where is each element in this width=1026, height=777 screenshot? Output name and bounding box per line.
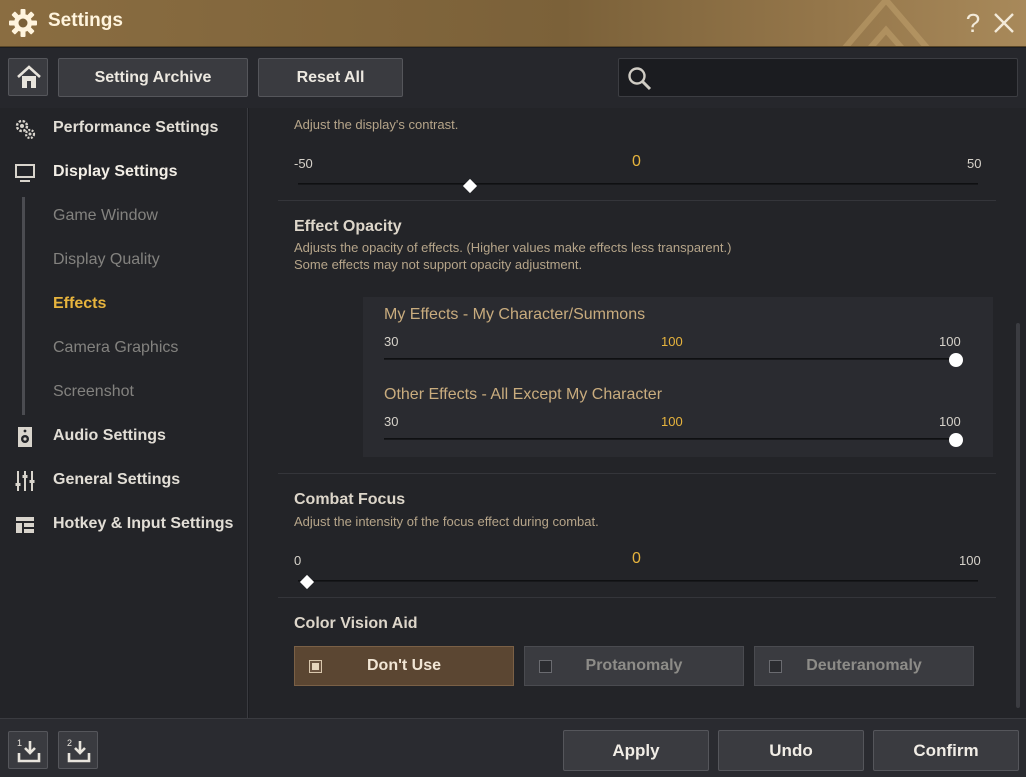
title-bar: Settings ? — [0, 0, 1026, 47]
subitem-effects[interactable]: Effects — [53, 295, 106, 313]
my-effects-max: 100 — [939, 334, 961, 349]
submenu-line — [22, 197, 25, 415]
sidebar-item-label: Display Settings — [53, 163, 178, 180]
option-dont-use[interactable]: Don't Use — [294, 646, 514, 686]
sidebar-item-audio[interactable]: Audio Settings — [0, 418, 248, 454]
combat-focus-value: 0 — [632, 550, 641, 567]
subitem-display-quality[interactable]: Display Quality — [53, 251, 160, 269]
checkbox-icon — [769, 660, 782, 673]
home-icon — [17, 65, 41, 88]
contrast-slider-track[interactable] — [298, 183, 978, 185]
titlebar-decoration — [842, 0, 930, 46]
download-slot-icon: 2 — [67, 738, 91, 763]
other-effects-min: 30 — [384, 414, 399, 429]
sliders-icon — [15, 471, 35, 491]
contrast-value: 0 — [632, 153, 641, 170]
subitem-camera-graphics[interactable]: Camera Graphics — [53, 339, 178, 357]
my-effects-value: 100 — [661, 334, 683, 349]
search-icon — [628, 67, 652, 91]
my-effects-slider-track[interactable] — [384, 358, 958, 360]
divider — [278, 473, 996, 474]
sidebar-item-label: Hotkey & Input Settings — [53, 515, 234, 532]
sidebar-item-label: Audio Settings — [53, 427, 166, 444]
slot-number: 2 — [67, 738, 72, 748]
save-slot-2-button[interactable]: 2 — [58, 731, 98, 769]
sidebar: Performance Settings Display Settings Ga… — [0, 108, 248, 718]
subitem-game-window[interactable]: Game Window — [53, 207, 158, 225]
sidebar-item-label: General Settings — [53, 471, 181, 488]
option-deuteranomaly[interactable]: Deuteranomaly — [754, 646, 974, 686]
divider — [278, 597, 996, 598]
confirm-button[interactable]: Confirm — [873, 730, 1019, 771]
speaker-icon — [18, 427, 32, 447]
divider — [278, 200, 996, 201]
my-effects-min: 30 — [384, 334, 399, 349]
option-label: Protanomaly — [585, 657, 683, 674]
combat-focus-slider-track[interactable] — [298, 580, 978, 582]
home-button[interactable] — [8, 58, 48, 96]
sidebar-item-hotkey[interactable]: Hotkey & Input Settings — [0, 506, 248, 542]
option-protanomaly[interactable]: Protanomaly — [524, 646, 744, 686]
search-input[interactable] — [663, 63, 1011, 93]
save-slot-1-button[interactable]: 1 — [8, 731, 48, 769]
sidebar-item-performance[interactable]: Performance Settings — [0, 110, 248, 146]
toolbar: Setting Archive Reset All — [0, 48, 1026, 108]
slot-number: 1 — [17, 738, 22, 748]
effect-opacity-description: Adjusts the opacity of effects. (Higher … — [294, 240, 732, 255]
color-vision-title: Color Vision Aid — [294, 615, 418, 632]
gears-icon — [15, 119, 36, 140]
sidebar-item-label: Performance Settings — [53, 119, 219, 136]
checkbox-icon — [309, 660, 322, 673]
my-effects-title: My Effects - My Character/Summons — [384, 306, 646, 323]
subitem-screenshot[interactable]: Screenshot — [53, 383, 134, 401]
checkbox-icon — [539, 660, 552, 673]
sidebar-item-general[interactable]: General Settings — [0, 462, 248, 498]
scrollbar-thumb[interactable] — [1016, 323, 1020, 708]
contrast-description: Adjust the display's contrast. — [294, 117, 459, 132]
option-label: Deuteranomaly — [806, 657, 922, 674]
layout-icon — [16, 517, 34, 533]
undo-button[interactable]: Undo — [718, 730, 864, 771]
other-effects-slider-track[interactable] — [384, 438, 958, 440]
download-slot-icon: 1 — [17, 738, 41, 763]
help-button[interactable]: ? — [962, 7, 984, 39]
footer: 1 2 Apply Undo Confirm — [0, 718, 1026, 777]
gear-icon — [9, 9, 37, 37]
combat-focus-max: 100 — [959, 553, 981, 568]
other-effects-title: Other Effects - All Except My Character — [384, 386, 663, 403]
other-effects-value: 100 — [661, 414, 683, 429]
combat-focus-min: 0 — [294, 553, 302, 568]
effect-opacity-title: Effect Opacity — [294, 218, 402, 235]
contrast-min: -50 — [294, 156, 313, 171]
contrast-max: 50 — [967, 156, 982, 171]
option-label: Don't Use — [366, 657, 442, 674]
window-title: Settings — [48, 10, 123, 31]
combat-focus-title: Combat Focus — [294, 491, 406, 508]
sidebar-item-display[interactable]: Display Settings — [0, 154, 248, 190]
effect-opacity-note: Some effects may not support opacity adj… — [294, 257, 583, 272]
combat-focus-description: Adjust the intensity of the focus effect… — [294, 514, 599, 529]
reset-all-button[interactable]: Reset All — [258, 58, 403, 97]
close-icon[interactable] — [990, 8, 1018, 38]
apply-button[interactable]: Apply — [563, 730, 709, 771]
other-effects-max: 100 — [939, 414, 961, 429]
search-box[interactable] — [618, 58, 1018, 97]
monitor-icon — [15, 164, 35, 182]
setting-archive-button[interactable]: Setting Archive — [58, 58, 248, 97]
